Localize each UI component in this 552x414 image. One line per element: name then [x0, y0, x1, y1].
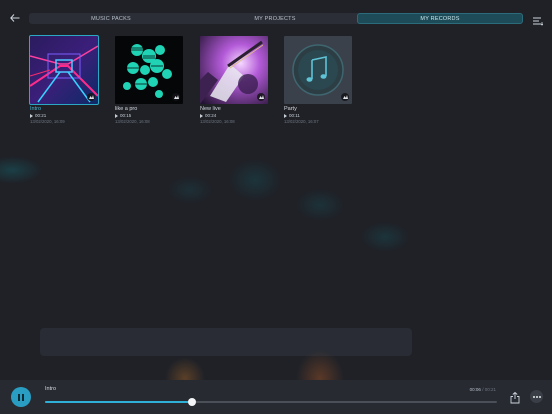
time-readout: 00:06 / 00:21	[470, 387, 496, 392]
record-card-like-a-pro[interactable]: like a pro 00:15 13/02/2020, 16:08	[115, 36, 183, 124]
play-small-icon	[115, 113, 118, 118]
play-small-icon	[30, 113, 33, 118]
record-title: like a pro	[115, 106, 138, 112]
back-arrow-icon	[10, 14, 20, 22]
record-cover	[115, 36, 183, 104]
record-date: 13/02/2020, 16:08	[115, 119, 150, 124]
waveform-badge-icon	[341, 93, 349, 101]
record-duration: 00:24	[205, 113, 217, 118]
record-date: 13/02/2020, 16:08	[200, 119, 235, 124]
record-cover	[200, 36, 268, 104]
pause-icon	[18, 393, 20, 401]
progress-fill	[45, 401, 192, 403]
list-menu-icon	[533, 17, 544, 26]
record-duration: 00:21	[35, 113, 47, 118]
play-small-icon	[284, 113, 287, 118]
total-time: 00:21	[484, 387, 496, 392]
record-duration: 00:11	[289, 113, 300, 118]
record-card-party[interactable]: Party 00:11 13/02/2020, 16:07	[284, 36, 352, 124]
record-cover	[29, 35, 99, 105]
time-separator: /	[482, 387, 484, 392]
progress-thumb[interactable]	[187, 398, 196, 406]
tab-my-projects[interactable]: MY PROJECTS	[193, 13, 357, 24]
section-tabs: MUSIC PACKS MY PROJECTS MY RECORDS	[29, 13, 523, 24]
progress-slider[interactable]	[45, 398, 497, 406]
record-card-new-live[interactable]: New live 00:24 13/02/2020, 16:08	[200, 36, 268, 124]
app-root: MUSIC PACKS MY PROJECTS MY RECORDS Intro…	[0, 0, 552, 414]
more-dots-icon	[532, 395, 535, 398]
record-date: 13/02/2020, 16:09	[30, 119, 65, 124]
record-title: New live	[200, 106, 221, 112]
record-title: Party	[284, 106, 297, 112]
share-button[interactable]	[510, 391, 520, 404]
now-playing-title: Intro	[45, 386, 57, 392]
record-cover	[284, 36, 352, 104]
pause-button[interactable]	[11, 387, 31, 407]
record-meta: 00:11	[284, 113, 352, 118]
record-card-intro[interactable]: Intro 00:21 13/02/2020, 16:09	[29, 35, 99, 124]
list-menu-button[interactable]	[533, 13, 544, 26]
blurred-background-band	[40, 328, 412, 356]
tab-music-packs[interactable]: MUSIC PACKS	[29, 13, 193, 24]
record-meta: 00:15	[115, 113, 183, 118]
record-title: Intro	[30, 106, 42, 112]
record-duration: 00:15	[120, 113, 132, 118]
record-meta: 00:24	[200, 113, 268, 118]
record-date: 13/02/2020, 16:07	[284, 119, 319, 124]
record-meta: 00:21	[30, 113, 98, 118]
back-button[interactable]	[8, 11, 22, 25]
more-options-button[interactable]	[530, 390, 543, 403]
elapsed-time: 00:06	[469, 387, 481, 392]
mini-player: Intro 00:06 / 00:21	[0, 380, 552, 414]
share-icon	[510, 391, 520, 404]
waveform-badge-icon	[257, 93, 265, 101]
tab-my-records[interactable]: MY RECORDS	[357, 13, 523, 24]
waveform-badge-icon	[87, 93, 95, 101]
waveform-badge-icon	[172, 93, 180, 101]
play-small-icon	[200, 113, 203, 118]
